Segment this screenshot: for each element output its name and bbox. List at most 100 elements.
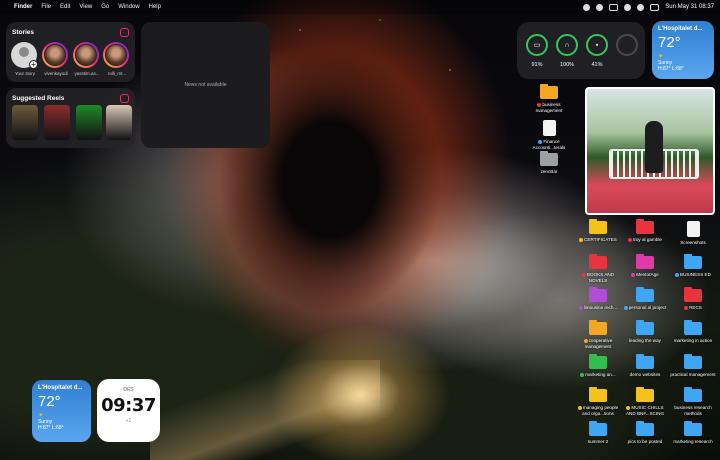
- desktop-folder[interactable]: demo websites: [622, 354, 668, 378]
- folder-icon: [589, 387, 607, 402]
- desktop-app[interactable]: zencBar: [526, 151, 572, 175]
- app-label: zencBar: [540, 169, 558, 174]
- folder-name: Screenshots: [680, 240, 706, 245]
- menu-go[interactable]: Go: [101, 4, 109, 10]
- folder-name: managing people and orga...tions: [582, 405, 619, 416]
- tag-dot: [684, 305, 689, 310]
- desktop-folder[interactable]: marketing research: [670, 421, 716, 445]
- desktop-folder[interactable]: marketing an...: [575, 354, 621, 378]
- status-app-icon[interactable]: [583, 3, 591, 11]
- desktop-folder[interactable]: managing people and orga...tions: [575, 387, 621, 416]
- story-item[interactable]: yasstim.as...: [73, 42, 101, 76]
- search-icon[interactable]: [637, 3, 645, 11]
- desktop-folder[interactable]: leading the way: [622, 320, 668, 344]
- weather-city: L'Hospitalet d...: [38, 385, 83, 391]
- folder-icon: [684, 320, 702, 335]
- clock-offset: +1: [125, 418, 132, 424]
- desktop-folder[interactable]: CERTIFICATES: [575, 219, 621, 243]
- tag-dot: [577, 405, 582, 410]
- instagram-icon: [120, 28, 129, 37]
- world-clock-widget[interactable]: DES 09:37 +1: [97, 379, 160, 442]
- menu-window[interactable]: Window: [118, 4, 139, 10]
- tag-dot: [537, 102, 542, 107]
- folder-icon: [636, 320, 654, 335]
- folder-name: pics to be posted: [627, 439, 663, 444]
- folder-icon: [684, 354, 702, 369]
- tag-dot: [626, 405, 631, 410]
- reel-thumbnail[interactable]: [76, 105, 102, 140]
- menu-edit[interactable]: Edit: [60, 4, 70, 10]
- folder-icon: [636, 387, 654, 402]
- tag-dot: [580, 372, 585, 377]
- weather-widget[interactable]: L'Hospitalet d... 72° ☀ Sunny H:87° L:68…: [32, 380, 91, 442]
- reel-thumbnail[interactable]: [44, 105, 70, 140]
- desktop-folder[interactable]: personal al project: [622, 287, 668, 311]
- status-app-icon[interactable]: [596, 3, 604, 11]
- story-item[interactable]: rolli_mt...: [103, 42, 131, 76]
- desktop-folder[interactable]: Screenshots: [670, 221, 716, 246]
- desktop-folder[interactable]: business research methods: [670, 387, 716, 416]
- folder-name: marketing an...: [585, 372, 616, 377]
- news-unavailable-message: News not available: [184, 82, 227, 88]
- instagram-reels-widget[interactable]: Suggested Reels: [6, 88, 135, 148]
- desktop-folder[interactable]: BOOKS AND NOVELS: [575, 254, 621, 283]
- folder-label: Screenshots: [670, 240, 716, 246]
- desktop-folder[interactable]: RECS: [670, 287, 716, 311]
- folder-icon: [540, 84, 558, 99]
- folder-name: troy al gamble: [633, 237, 662, 242]
- menu-file[interactable]: File: [41, 4, 51, 10]
- folder-label: practical management: [670, 372, 716, 378]
- weather-temperature: 72°: [658, 34, 681, 51]
- desktop-document[interactable]: Finance Accounti...terals: [526, 120, 572, 150]
- folder-label: personal al project: [622, 305, 668, 311]
- control-center-icon[interactable]: [650, 3, 660, 11]
- folder-icon: [684, 387, 702, 402]
- user-silhouette-icon: [19, 47, 29, 57]
- folder-name: CERTIFICATES: [584, 237, 617, 242]
- folder-label: leading the way: [622, 338, 668, 344]
- desktop-folder[interactable]: troy al gamble: [622, 219, 668, 243]
- batteries-widget[interactable]: ▭ 91% ∩ 100% ▪ 41%: [517, 22, 645, 79]
- folder-name: practical management: [670, 372, 716, 377]
- tag-dot: [583, 338, 588, 343]
- folder-name: BOOKS AND NOVELS: [586, 272, 615, 283]
- story-label: Your story: [14, 71, 36, 76]
- add-story-icon: +: [29, 60, 38, 69]
- instagram-stories-widget[interactable]: Stories + Your story vivenkayodi yasstim…: [6, 22, 135, 82]
- desktop-folder[interactable]: business management: [526, 84, 572, 113]
- laptop-icon: ▭: [526, 34, 548, 56]
- reel-thumbnail[interactable]: [106, 105, 132, 140]
- folder-icon: [589, 254, 607, 269]
- desktop-folder[interactable]: MUSIC CHILLS AND BNF...SCING: [622, 387, 668, 416]
- folder-name: leading the way: [629, 338, 661, 343]
- clock-day: DES: [123, 387, 134, 393]
- desktop-folder[interactable]: summer 2: [575, 421, 621, 445]
- desktop-folder[interactable]: MentorAge: [622, 254, 668, 278]
- desktop-folder[interactable]: marketing in action: [670, 320, 716, 344]
- menu-app-name[interactable]: Finder: [14, 4, 32, 10]
- desktop-folder[interactable]: practical management: [670, 354, 716, 378]
- avatar-image: [44, 44, 66, 66]
- desktop-folder[interactable]: limousine rech...: [575, 287, 621, 311]
- desktop-folder[interactable]: pics to be posted: [622, 421, 668, 445]
- story-item[interactable]: + Your story: [11, 42, 39, 76]
- folder-label: troy al gamble: [622, 237, 668, 243]
- weather-high-low: H:87° L:68°: [38, 425, 64, 431]
- news-widget[interactable]: News not available: [141, 22, 270, 148]
- desktop-folder[interactable]: cooperative management: [575, 320, 621, 349]
- folder-icon: [636, 354, 654, 369]
- menu-bar-clock[interactable]: Sun May 31 08:37: [665, 4, 714, 10]
- reel-thumbnail[interactable]: [12, 105, 38, 140]
- menu-help[interactable]: Help: [149, 4, 161, 10]
- weather-widget[interactable]: L'Hospitalet d... 72° ☀ Sunny H:87° L:68…: [652, 21, 714, 79]
- wifi-icon[interactable]: [624, 3, 632, 11]
- menu-view[interactable]: View: [79, 4, 92, 10]
- photo-widget[interactable]: [585, 87, 715, 215]
- battery-item: ∩ 100%: [555, 34, 579, 68]
- battery-percent: 41%: [591, 62, 603, 68]
- story-item[interactable]: vivenkayodi: [42, 42, 70, 76]
- battery-icon[interactable]: [609, 3, 619, 11]
- battery-item: ▭ 91%: [525, 34, 549, 68]
- folder-name: marketing in action: [673, 338, 713, 343]
- desktop-folder[interactable]: BUSINESS ED: [670, 254, 716, 278]
